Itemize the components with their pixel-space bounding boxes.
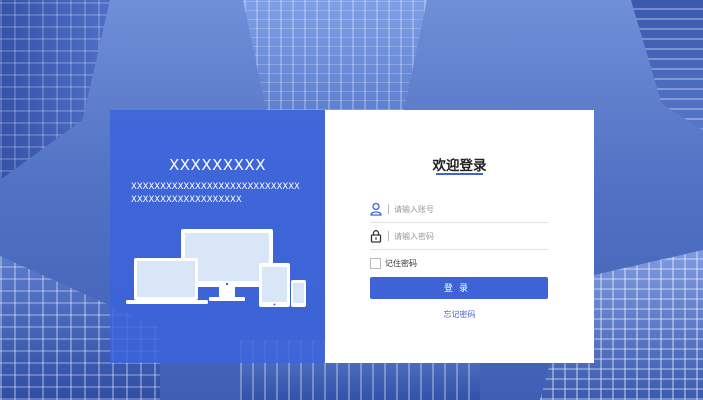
brand-title: XXXXXXXXX xyxy=(169,156,266,174)
user-icon xyxy=(370,202,382,216)
devices-illustration xyxy=(126,229,306,307)
tablet-icon xyxy=(259,263,290,307)
building-top-center xyxy=(243,0,427,110)
phone-icon xyxy=(291,280,306,307)
title-underline xyxy=(436,173,483,175)
remember-label: 记住密码 xyxy=(385,259,417,268)
brand-description: XXXXXXXXXXXXXXXXXXXXXXXXXXXXXXXXXXXXXXXX… xyxy=(131,182,300,205)
password-input[interactable] xyxy=(394,227,544,245)
laptop-icon xyxy=(126,258,208,304)
username-input[interactable] xyxy=(394,200,544,218)
field-separator xyxy=(388,204,389,214)
password-field[interactable] xyxy=(370,225,548,250)
building-top-right xyxy=(630,0,703,130)
login-button[interactable]: 登录 xyxy=(370,277,548,299)
username-field[interactable] xyxy=(370,198,548,223)
intro-panel: XXXXXXXXX XXXXXXXXXXXXXXXXXXXXXXXXXXXXXX… xyxy=(110,110,325,363)
login-title: 欢迎登录 xyxy=(432,158,487,174)
forgot-password-link[interactable]: 忘记密码 xyxy=(325,309,594,320)
login-panel: 欢迎登录 记住密码 登录 忘记密码 xyxy=(325,110,594,363)
remember-checkbox[interactable] xyxy=(370,258,381,269)
lock-icon xyxy=(370,230,382,243)
field-separator xyxy=(388,231,389,241)
